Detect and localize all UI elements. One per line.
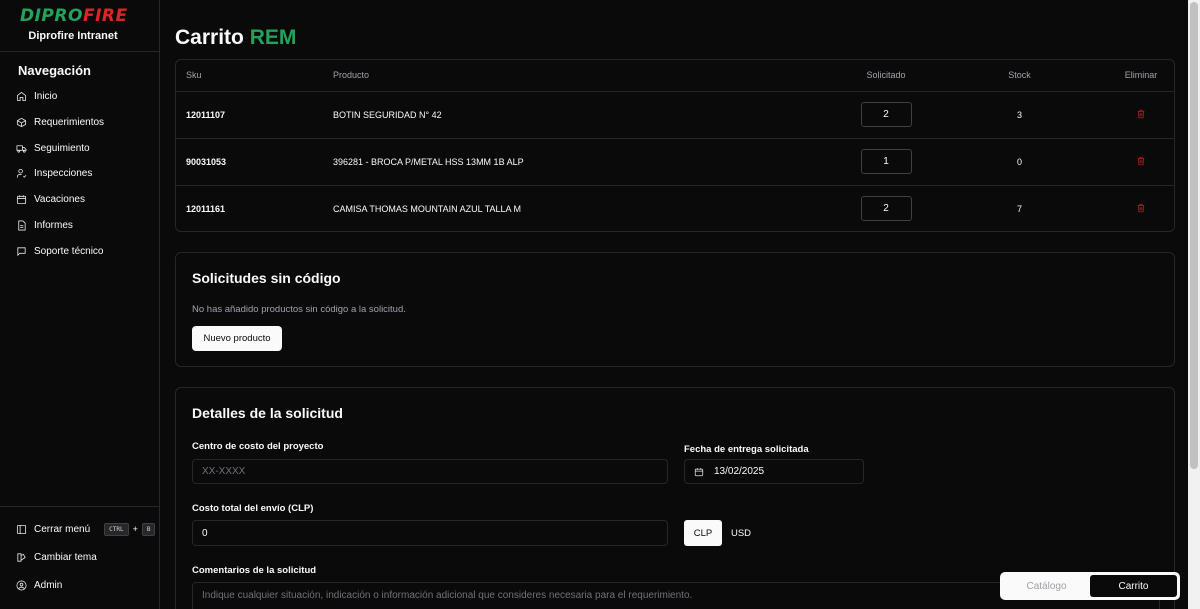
cart-tab[interactable]: Carrito	[1090, 575, 1177, 597]
admin-label: Admin	[34, 579, 63, 591]
collapse-menu-button[interactable]: Cerrar menú CTRL + B	[16, 520, 156, 538]
diprofire-logo[interactable]: DIPROFIRE	[20, 6, 128, 26]
no-code-requests-card: Solicitudes sin código No has añadido pr…	[175, 252, 1175, 367]
cost-center-label: Centro de costo del proyecto	[192, 441, 324, 452]
nav-title: Navegación	[18, 63, 91, 78]
sidebar-item-label: Informes	[34, 219, 73, 231]
box-icon	[16, 117, 27, 127]
details-title: Detalles de la solicitud	[192, 405, 343, 421]
message-icon	[17, 246, 26, 256]
sidebar-item-inspecciones[interactable]: Inspecciones	[16, 164, 92, 182]
trash-icon	[1137, 109, 1145, 118]
quantity-input[interactable]: 1	[860, 149, 912, 174]
sidebar-item-seguimiento[interactable]: Seguimiento	[16, 139, 90, 157]
truck-icon	[16, 144, 27, 153]
no-code-empty-text: No has añadido productos sin código a la…	[192, 304, 406, 315]
logo-text-green: DIPRO	[20, 6, 83, 26]
panel-left-icon	[16, 524, 27, 534]
catalog-tab[interactable]: Catálogo	[1003, 575, 1090, 597]
sidebar-item-soporte[interactable]: Soporte técnico	[16, 242, 104, 260]
cell-stock: 7	[1016, 203, 1022, 214]
page-title-accent: REM	[249, 26, 297, 49]
shortcut-key-ctrl: CTRL	[104, 522, 129, 536]
home-icon	[16, 91, 27, 101]
sidebar-item-requerimientos[interactable]: Requerimientos	[16, 113, 104, 131]
table-row: 12011161 CAMISA THOMAS MOUNTAIN AZUL TAL…	[176, 185, 1174, 232]
logo-text-red: FIRE	[82, 6, 128, 26]
file-icon	[18, 220, 26, 230]
page-title-main: Carrito	[175, 26, 244, 49]
comments-label: Comentarios de la solicitud	[192, 565, 317, 576]
table-row: 12011107 BOTIN SEGURIDAD N° 42 2 3	[176, 91, 1174, 139]
currency-clp-toggle[interactable]: CLP	[684, 520, 722, 546]
sidebar-item-informes[interactable]: Informes	[16, 216, 73, 234]
sidebar-footer-divider	[0, 506, 159, 507]
cell-product: CAMISA THOMAS MOUNTAIN AZUL TALLA M	[333, 203, 522, 214]
sidebar: DIPROFIRE Diprofire Intranet Navegación …	[0, 0, 160, 609]
cell-product: 396281 - BROCA P/METAL HSS 13MM 1B ALP	[333, 138, 841, 186]
delete-row-button[interactable]	[1136, 203, 1146, 215]
sidebar-item-label: Requerimientos	[34, 116, 105, 128]
collapse-menu-label: Cerrar menú	[34, 523, 91, 535]
cell-sku: 12011161	[186, 203, 226, 214]
column-header-stock: Stock	[931, 60, 1108, 92]
sidebar-divider	[0, 51, 159, 52]
column-header-producto: Producto	[333, 60, 841, 92]
shipping-cost-label: Costo total del envío (CLP)	[192, 503, 314, 514]
user-circle-icon	[16, 580, 27, 590]
no-code-title: Solicitudes sin código	[192, 270, 341, 286]
column-header-sku: Sku	[176, 60, 333, 92]
table-row: 90031053 396281 - BROCA P/METAL HSS 13MM…	[176, 138, 1174, 186]
column-header-solicitado: Solicitado	[841, 60, 931, 92]
palette-icon	[17, 552, 26, 562]
page-title: Carrito REM	[175, 26, 296, 50]
sidebar-item-label: Soporte técnico	[34, 245, 104, 257]
cart-table: Sku Producto Solicitado Stock Eliminar 1…	[176, 60, 1174, 232]
view-switch: Catálogo Carrito	[1000, 572, 1180, 600]
delivery-date-value: 13/02/2025	[714, 466, 765, 477]
delete-row-button[interactable]	[1136, 109, 1146, 121]
delivery-date-label: Fecha de entrega solicitada	[684, 444, 809, 455]
sidebar-item-inicio[interactable]: Inicio	[16, 87, 57, 105]
cell-product: BOTIN SEGURIDAD N° 42	[333, 91, 841, 139]
cost-center-input[interactable]: XX-XXXX	[192, 459, 668, 484]
admin-account-button[interactable]: Admin	[16, 576, 62, 594]
new-product-button[interactable]: Nuevo producto	[192, 326, 282, 351]
delete-row-button[interactable]	[1136, 156, 1146, 168]
brand-name: Diprofire Intranet	[28, 30, 118, 42]
calendar-icon	[694, 467, 704, 476]
cell-stock: 0	[931, 138, 1108, 186]
sidebar-item-label: Inspecciones	[34, 167, 93, 179]
trash-icon	[1137, 156, 1145, 165]
cell-sku: 90031053	[176, 138, 333, 186]
user-check-icon	[16, 168, 27, 178]
sidebar-item-label: Vacaciones	[34, 193, 85, 205]
cart-table-card: Sku Producto Solicitado Stock Eliminar 1…	[175, 59, 1175, 232]
trash-icon	[1137, 203, 1145, 212]
cell-stock: 3	[931, 91, 1108, 139]
toggle-theme-button[interactable]: Cambiar tema	[16, 548, 97, 566]
calendar-icon	[16, 194, 27, 204]
shortcut-plus: +	[132, 524, 138, 534]
column-header-eliminar: Eliminar	[1108, 60, 1174, 92]
shipping-cost-input[interactable]: 0	[192, 520, 668, 546]
currency-usd-toggle[interactable]: USD	[722, 520, 760, 546]
sidebar-item-vacaciones[interactable]: Vacaciones	[16, 190, 85, 208]
quantity-input[interactable]: 2	[860, 102, 912, 127]
sidebar-item-label: Inicio	[34, 90, 58, 102]
sidebar-item-label: Seguimiento	[34, 142, 90, 154]
toggle-theme-label: Cambiar tema	[34, 551, 97, 563]
delivery-date-picker[interactable]: 13/02/2025	[684, 459, 864, 484]
table-header-row: Sku Producto Solicitado Stock Eliminar	[176, 60, 1174, 92]
shortcut-key-b: B	[141, 522, 156, 536]
page-scrollbar[interactable]	[1188, 0, 1200, 609]
scrollbar-thumb[interactable]	[1190, 2, 1198, 469]
quantity-input[interactable]: 2	[860, 196, 912, 222]
cell-sku: 12011107	[176, 91, 333, 139]
